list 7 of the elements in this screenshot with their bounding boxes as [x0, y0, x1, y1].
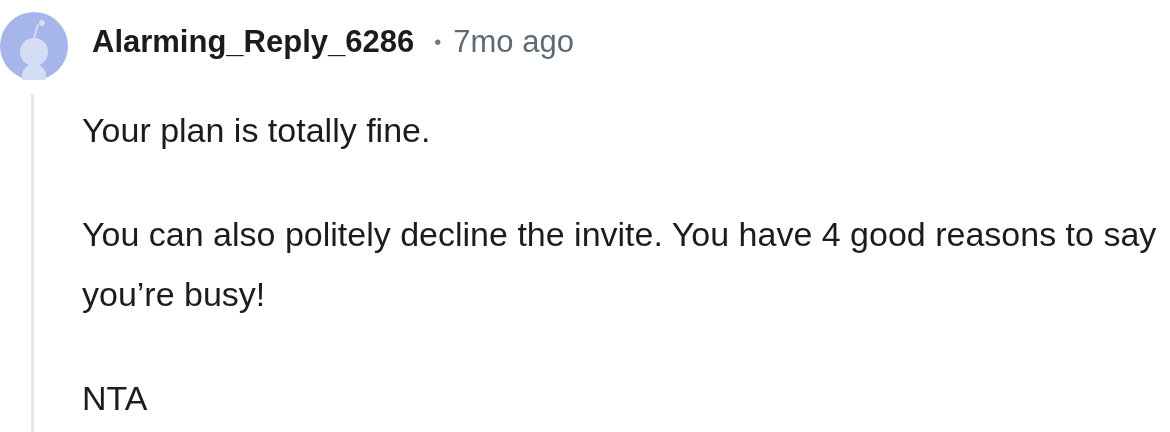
comment-paragraph: NTA [82, 378, 149, 419]
comment-paragraph: Your plan is totally fine. [82, 110, 432, 151]
comment-paragraph: You can also politely decline the invite. You have 4 good reasons to say you’re busy! [82, 214, 1158, 315]
separator: • [434, 30, 442, 55]
avatar-icon [0, 12, 68, 80]
comment-age: 7mo ago [453, 22, 574, 61]
username[interactable]: Alarming_Reply_6286 [92, 18, 415, 66]
